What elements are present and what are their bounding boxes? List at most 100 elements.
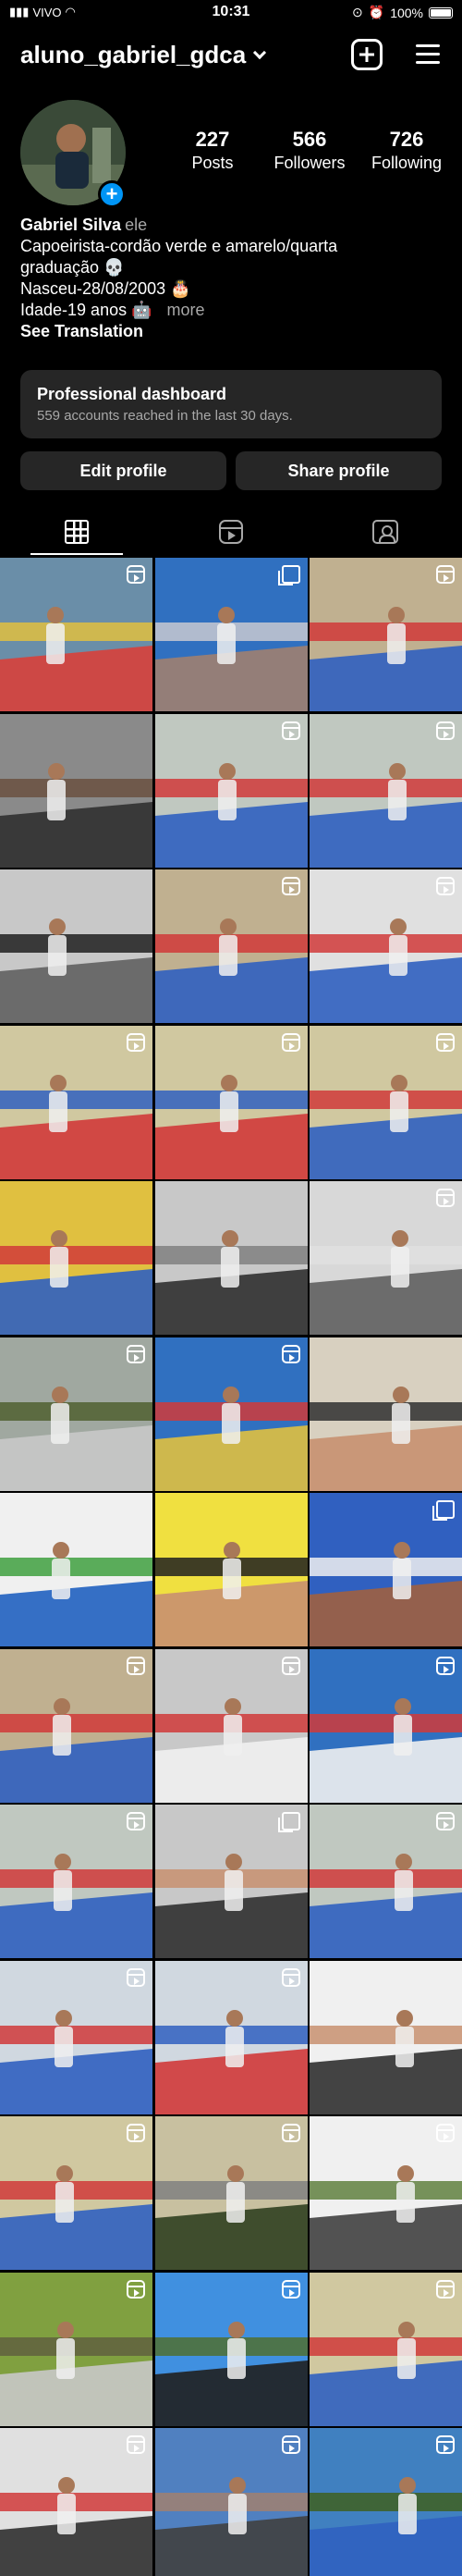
reel-icon [127, 1344, 145, 1363]
post-thumbnail[interactable] [154, 2116, 308, 2270]
post-thumbnail[interactable] [154, 2272, 308, 2426]
post-thumbnail[interactable] [154, 2428, 308, 2576]
post-thumbnail[interactable] [310, 2272, 462, 2426]
post-thumbnail[interactable] [310, 558, 462, 711]
reel-icon [436, 877, 455, 895]
post-image [154, 1181, 308, 1335]
reel-icon [127, 1032, 145, 1052]
post-thumbnail[interactable] [154, 1805, 308, 1958]
dashboard-title: Professional dashboard [37, 385, 227, 403]
add-story-button[interactable]: + [98, 180, 126, 208]
post-thumbnail[interactable] [310, 869, 462, 1023]
post-thumbnail[interactable] [0, 869, 152, 1023]
reel-icon [436, 721, 455, 740]
following-count: 726 [389, 128, 424, 151]
post-thumbnail[interactable] [310, 1805, 462, 1958]
post-thumbnail[interactable] [310, 1493, 462, 1646]
reels-icon [219, 520, 243, 544]
post-thumbnail[interactable] [154, 869, 308, 1023]
reel-icon [281, 721, 300, 740]
bio-line: graduação 💀 [20, 258, 125, 277]
reel-icon [127, 1812, 145, 1830]
account-switcher[interactable]: aluno_gabriel_gdca [20, 41, 267, 69]
post-thumbnail[interactable] [154, 1181, 308, 1335]
reel-icon [281, 1967, 300, 1987]
reel-icon [436, 1032, 455, 1052]
post-thumbnail[interactable] [154, 713, 308, 868]
reel-icon [127, 2435, 145, 2454]
post-thumbnail[interactable] [310, 713, 462, 868]
battery-label: 100% [390, 5, 423, 20]
post-image [0, 1181, 152, 1335]
post-thumbnail[interactable] [154, 558, 308, 711]
post-thumbnail[interactable] [0, 2428, 152, 2576]
menu-icon[interactable] [414, 39, 445, 70]
post-thumbnail[interactable] [0, 2116, 152, 2270]
post-image [0, 713, 152, 868]
new-post-icon[interactable] [351, 39, 383, 70]
reel-icon [436, 1656, 455, 1675]
following-label: Following [371, 154, 443, 172]
stat-followers[interactable]: 566 Followers [263, 128, 356, 173]
bio-line: Nasceu-28/08/2003 🎂 [20, 279, 191, 298]
tagged-icon [371, 520, 398, 544]
post-thumbnail[interactable] [0, 1805, 152, 1958]
reel-icon [436, 1812, 455, 1830]
post-thumbnail[interactable] [310, 1648, 462, 1803]
post-thumbnail[interactable] [0, 1648, 152, 1803]
tab-tagged[interactable] [308, 509, 462, 555]
stat-following[interactable]: 726 Following [360, 128, 453, 173]
post-thumbnail[interactable] [310, 1181, 462, 1335]
reel-icon [436, 565, 455, 584]
stat-posts[interactable]: 227 Posts [166, 128, 259, 173]
post-thumbnail[interactable] [154, 1493, 308, 1646]
post-thumbnail[interactable] [0, 2272, 152, 2426]
reel-icon [127, 1967, 145, 1987]
professional-dashboard[interactable]: Professional dashboard 559 accounts reac… [20, 370, 442, 438]
reel-icon [281, 2279, 300, 2299]
post-thumbnail[interactable] [154, 1960, 308, 2114]
reel-icon [281, 1344, 300, 1363]
post-thumbnail[interactable] [310, 1025, 462, 1179]
reel-icon [127, 1656, 145, 1675]
post-thumbnail[interactable] [0, 1025, 152, 1179]
share-profile-button[interactable]: Share profile [236, 451, 442, 490]
tab-posts-grid[interactable] [0, 509, 154, 555]
tab-reels[interactable] [154, 509, 309, 555]
post-image [0, 1493, 152, 1646]
profile-tabs [0, 509, 462, 555]
see-translation-link[interactable]: See Translation [20, 321, 445, 342]
post-thumbnail[interactable] [0, 1181, 152, 1335]
post-thumbnail[interactable] [0, 1493, 152, 1646]
reel-icon [281, 2124, 300, 2142]
post-thumbnail[interactable] [0, 558, 152, 711]
reel-icon [281, 1656, 300, 1675]
post-thumbnail[interactable] [0, 1337, 152, 1491]
post-thumbnail[interactable] [154, 1648, 308, 1803]
display-name: Gabriel Silva [20, 216, 122, 234]
reel-icon [127, 2124, 145, 2142]
reel-icon [281, 877, 300, 895]
username: aluno_gabriel_gdca [20, 41, 247, 68]
bio-line: Capoeirista-cordão verde e amarelo/quart… [20, 237, 338, 255]
battery-icon [429, 6, 453, 18]
post-thumbnail[interactable] [154, 1337, 308, 1491]
post-thumbnail[interactable] [0, 1960, 152, 2114]
post-thumbnail[interactable] [0, 713, 152, 868]
post-thumbnail[interactable] [310, 1960, 462, 2114]
post-image [154, 1493, 308, 1646]
profile-header: aluno_gabriel_gdca [0, 37, 462, 74]
reel-icon [436, 2435, 455, 2454]
reel-icon [281, 2435, 300, 2454]
bio-more-link[interactable]: more [167, 301, 205, 319]
edit-profile-button[interactable]: Edit profile [20, 451, 226, 490]
post-thumbnail[interactable] [310, 2116, 462, 2270]
post-thumbnail[interactable] [310, 2428, 462, 2576]
profile-bio: Gabriel Silva ele Capoeirista-cordão verd… [20, 215, 445, 342]
post-thumbnail[interactable] [310, 1337, 462, 1491]
profile-actions: Edit profile Share profile [20, 451, 442, 490]
post-thumbnail[interactable] [154, 1025, 308, 1179]
post-image [0, 869, 152, 1023]
reel-icon [127, 565, 145, 584]
lock-rotation-icon: ⊙ [352, 5, 363, 19]
